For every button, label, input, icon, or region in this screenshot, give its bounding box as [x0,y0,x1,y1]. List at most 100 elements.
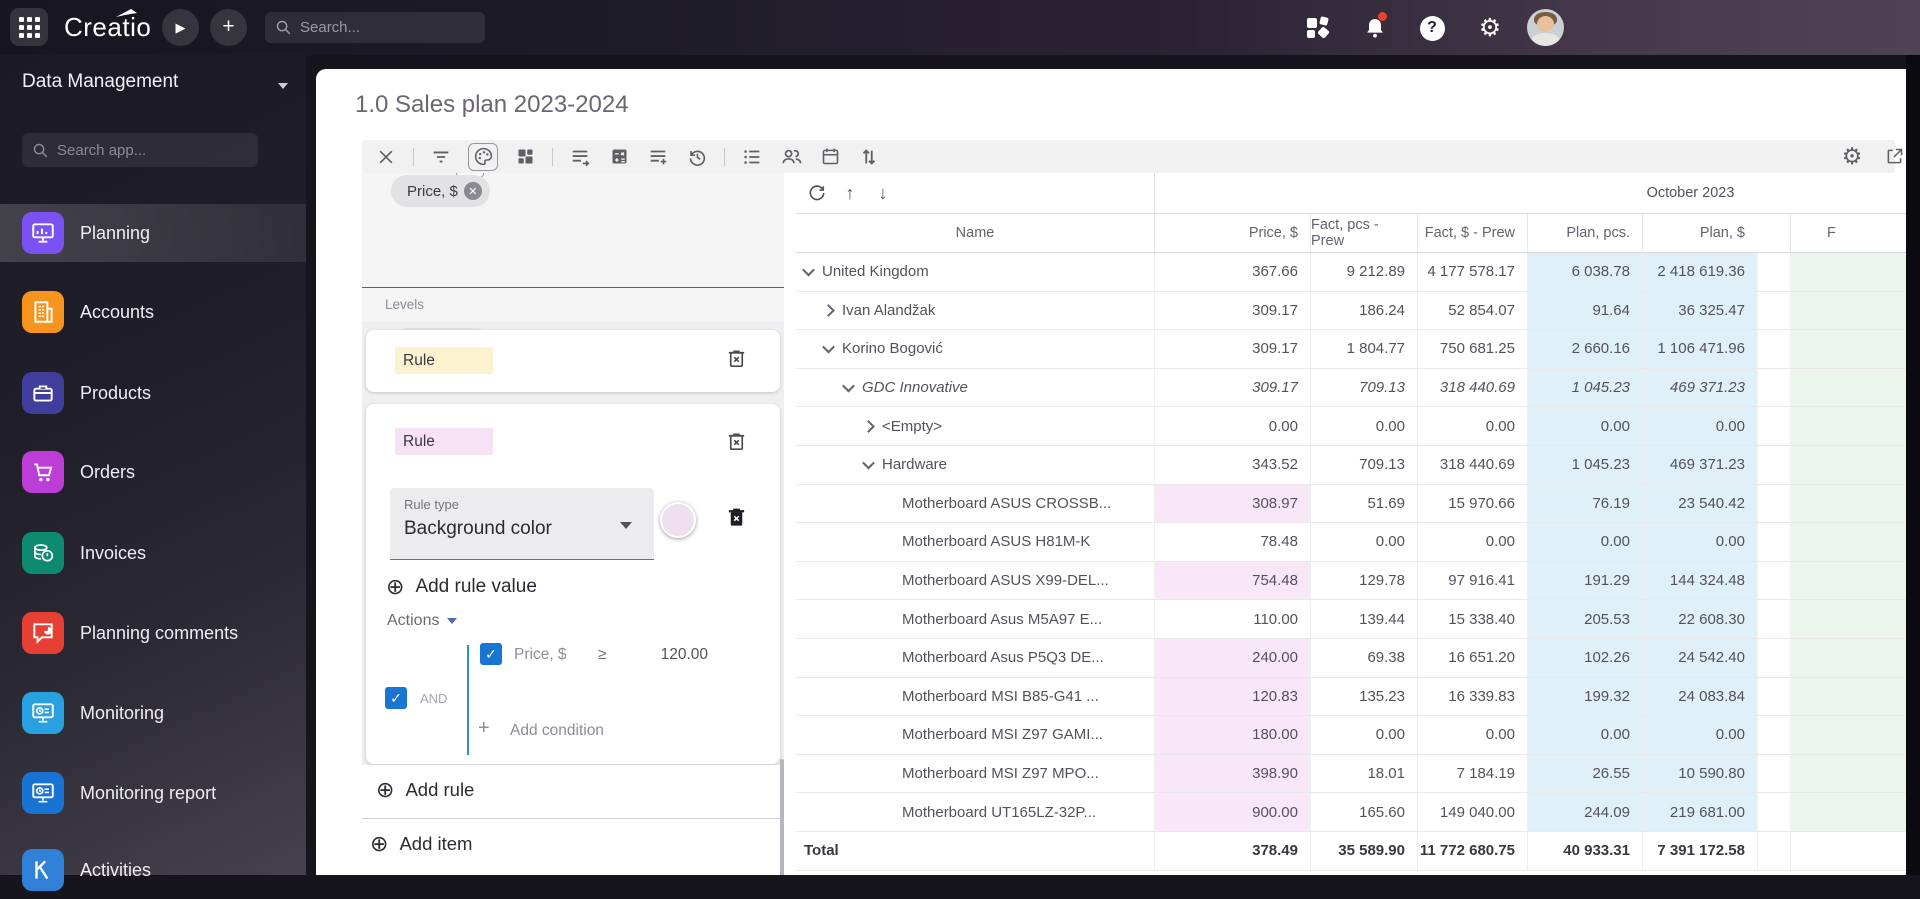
table-row[interactable]: Motherboard Asus P5Q3 DE... 240.00 69.38 16… [796,638,1920,678]
play-button[interactable]: ▶ [162,9,199,46]
add-condition-button[interactable]: Add condition [510,722,604,740]
row-value-cell: 26.55 [1527,754,1642,793]
sidebar-item-label: Monitoring report [80,782,217,803]
column-header-fact-usd-prew[interactable]: Fact, $ - Prew [1417,214,1527,252]
workspace-dropdown-caret-icon[interactable] [278,83,288,89]
add-item-button[interactable]: ⊕ Add item [370,833,472,855]
settings-gear-icon[interactable]: ⚙ [1476,14,1504,42]
calendar-icon[interactable] [818,145,842,169]
delete-rule-icon[interactable] [725,347,748,370]
delete-rule-value-icon[interactable] [725,506,748,529]
sidebar-item-label: Products [80,382,152,403]
chevron-down-icon[interactable] [822,341,835,354]
global-search[interactable] [265,12,485,43]
chevron-down-icon[interactable] [862,456,875,470]
pivot-settings-gear-icon[interactable]: ⚙ [1840,144,1864,168]
row-fact-cell [1790,368,1920,407]
notifications-bell-icon[interactable] [1361,12,1389,42]
column-header-plan-usd[interactable]: Plan, $ [1642,214,1757,252]
column-header-fact-clipped[interactable]: F [1790,214,1920,252]
panel-scrollbar[interactable] [780,759,784,875]
table-row[interactable]: Motherboard ASUS H81M-K 78.48 0.00 0.00 0.00… [796,523,1920,562]
workspace-switcher-icon[interactable] [1304,14,1332,42]
delete-rule-icon[interactable] [725,430,748,453]
table-row[interactable]: Ivan Alandžak 309.17 186.24 52 854.07 91.64 3… [796,291,1920,331]
condition-operator[interactable]: ≥ [598,646,607,664]
table-row[interactable]: United Kingdom 367.66 9 212.89 4 177 578.17… [796,253,1920,292]
table-row[interactable]: Motherboard MSI Z97 GAMI... 180.00 0.00 0.0… [796,716,1920,755]
calculator-icon[interactable] [607,145,631,169]
move-down-icon[interactable]: ↓ [872,182,894,204]
sidebar-item-planning-comments[interactable]: Planning comments [0,604,306,662]
no-chevron [884,576,893,585]
remove-chip-icon[interactable]: ✕ [463,182,482,200]
chevron-right-icon[interactable] [862,419,875,433]
global-search-input[interactable] [300,19,460,36]
column-header-price[interactable]: Price, $ [1154,214,1310,252]
column-header-plan-pcs[interactable]: Plan, pcs. [1527,214,1642,252]
users-icon[interactable] [779,145,803,169]
table-row[interactable]: Motherboard ASUS X99-DEL... 754.48 129.78 9… [796,561,1920,601]
sidebar-item-monitoring-report[interactable]: Monitoring report [0,764,306,822]
table-row[interactable]: Hardware 343.52 709.13 318 440.69 1 045.23 46… [796,445,1920,485]
row-value-cell: 4 177 578.17 [1417,253,1527,291]
no-chevron [884,808,893,817]
add-rule-button[interactable]: ⊕ Add rule [376,779,474,801]
add-row-icon[interactable] [646,145,670,169]
color-swatch[interactable] [660,502,696,538]
table-row[interactable]: <Empty> 0.00 0.00 0.00 0.00 0.00 [796,407,1920,446]
history-icon[interactable] [685,145,709,169]
table-row[interactable]: Motherboard MSI Z97 MPO... 398.90 18.01 7 1… [796,754,1920,794]
app-launcher-icon[interactable] [10,8,48,46]
sidebar-item-accounts[interactable]: Accounts [0,283,306,341]
move-up-icon[interactable]: ↑ [839,182,861,204]
app-search-input[interactable] [57,141,227,159]
row-name-cell: Motherboard Asus P5Q3 DE... [796,639,1154,677]
table-row[interactable]: Motherboard ASUS CROSSB... 308.97 51.69 15 … [796,484,1920,524]
chevron-down-icon[interactable] [842,379,855,393]
and-group-checkbox[interactable]: ✓ [385,687,407,709]
row-name: Ivan Alandžak [842,301,936,319]
open-in-new-icon[interactable] [1882,144,1906,168]
sidebar-item-activities[interactable]: Activities [0,841,306,899]
sidebar-item-orders[interactable]: Orders [0,443,306,501]
table-row[interactable]: Korino Bogović 309.17 1 804.77 750 681.25 2 … [796,330,1920,369]
chevron-right-icon[interactable] [822,304,835,317]
pivot-settings-panel: Price, $ ✕ Levels Product ✕ Rule Rule [362,173,784,875]
condition-checkbox[interactable]: ✓ [480,643,502,665]
row-gap-cell [1757,330,1790,368]
row-value-cell: 69.38 [1310,638,1417,677]
table-row[interactable]: Motherboard UT165LZ-32P... 900.00 165.60 14… [796,793,1920,832]
sidebar-item-invoices[interactable]: Invoices [0,524,306,582]
move-rows-icon[interactable] [568,145,592,169]
row-name: Motherboard ASUS H81M-K [902,533,1091,551]
sidebar-item-planning[interactable]: Planning [0,204,306,262]
add-new-button[interactable]: + [210,9,247,46]
color-rules-palette-icon[interactable] [468,142,498,171]
actions-dropdown[interactable]: Actions [387,612,458,630]
table-row[interactable]: GDC Innovative 309.17 709.13 318 440.69 1 04… [796,368,1920,408]
table-row[interactable]: Motherboard MSI B85-G41 ... 120.83 135.23 1… [796,677,1920,717]
close-icon[interactable] [374,145,398,169]
user-avatar[interactable] [1527,9,1564,46]
list-view-icon[interactable] [740,145,764,169]
table-row[interactable]: Motherboard Asus M5A97 E... 110.00 139.44 1… [796,600,1920,639]
sidebar-item-products[interactable]: Products [0,364,306,422]
rule-type-select[interactable]: Rule type Background color [390,488,654,560]
sidebar-item-monitoring[interactable]: Monitoring [0,684,306,742]
app-search[interactable] [22,133,258,167]
column-header-name[interactable]: Name [796,214,1154,252]
pivot-table: ↑ ↓ October 2023 Name Price, $ Fact, pcs… [796,173,1920,875]
refresh-icon[interactable] [806,182,828,204]
value-chip-price[interactable]: Price, $ ✕ [391,175,490,207]
add-rule-value-button[interactable]: ⊕ Add rule value [386,576,537,598]
row-name: Motherboard MSI B85-G41 ... [902,687,1099,705]
sort-icon[interactable] [857,145,881,169]
column-header-fact-pcs-prew[interactable]: Fact, pcs - Prew [1310,214,1417,252]
filter-icon[interactable] [429,145,453,169]
row-name-cell: <Empty> [796,407,1154,445]
dashboard-layout-icon[interactable] [513,145,537,169]
chevron-down-icon[interactable] [802,264,815,277]
condition-value[interactable]: 120.00 [660,646,708,664]
help-icon[interactable]: ? [1418,14,1446,42]
